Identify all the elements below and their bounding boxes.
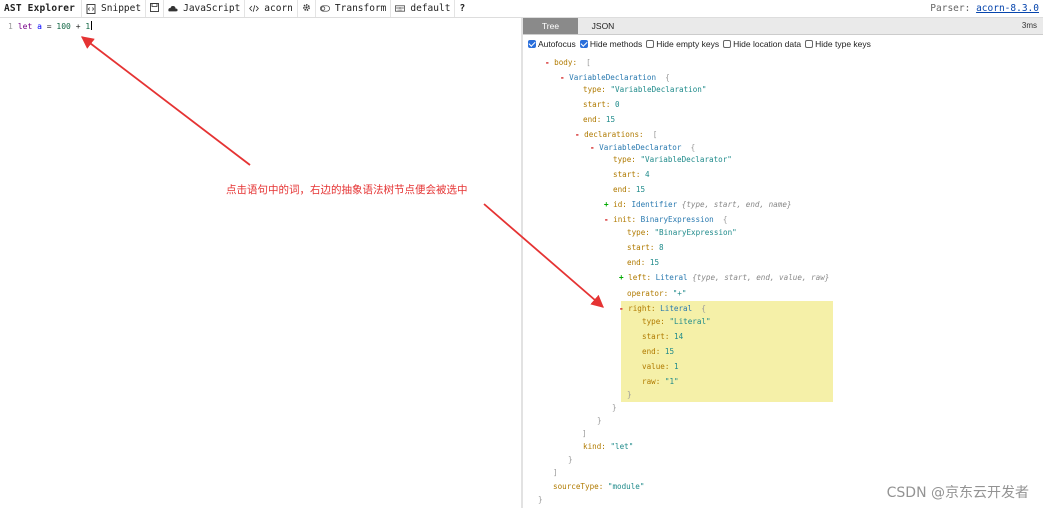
expand-toggle[interactable]: + (604, 200, 609, 209)
watermark: CSDN @京东云开发者 (886, 485, 1029, 501)
tree-close-brace: } (612, 403, 617, 412)
tree-row-value[interactable]: value: 1 (642, 362, 679, 371)
tree-row-end[interactable]: end: 15 (642, 347, 674, 356)
top-toolbar: AST Explorer Snippet JavaScript acorn Tr… (0, 0, 1043, 18)
tree-row-start[interactable]: start: 8 (627, 243, 664, 252)
snippet-label: Snippet (101, 3, 142, 14)
keymap-menu[interactable]: default (390, 0, 454, 17)
annotation-text: 点击语句中的词，右边的抽象语法树节点便会被选中 (226, 184, 468, 196)
tree-row-operator[interactable]: operator: "+" (627, 289, 686, 298)
code-editor[interactable]: 1 let a = 100 + 1 (0, 18, 521, 508)
language-label: JavaScript (183, 3, 241, 14)
token-number-100[interactable]: 100 (56, 22, 70, 31)
parser-label: acorn (264, 3, 293, 14)
tree-row-start[interactable]: start: 14 (642, 332, 683, 341)
line-number: 1 (8, 22, 13, 31)
parser-version-link[interactable]: acorn-8.3.0 (976, 3, 1039, 14)
collapse-toggle[interactable]: - (560, 73, 565, 82)
tree-row-kind[interactable]: kind: "let" (583, 442, 633, 451)
tree-row-sourcetype[interactable]: sourceType: "module" (553, 482, 644, 491)
collapse-toggle[interactable]: - (619, 304, 624, 313)
tree-row-left[interactable]: + left: Literal {type, start, end, value… (619, 273, 829, 282)
save-button[interactable] (145, 0, 163, 17)
tree-row-type[interactable]: type: "BinaryExpression" (627, 228, 737, 237)
save-icon (150, 2, 160, 15)
tree-row-init[interactable]: - init: BinaryExpression { (604, 215, 727, 224)
collapse-toggle[interactable]: - (590, 143, 595, 152)
transform-menu[interactable]: Transform (314, 0, 390, 17)
parser-prefix: Parser: (930, 3, 971, 14)
token-equals[interactable]: = (47, 22, 52, 31)
tree-row-start[interactable]: start: 0 (583, 100, 620, 109)
help-icon: ? (459, 3, 466, 14)
tree-close-bracket: ] (553, 468, 558, 477)
tree-row-body[interactable]: - body: [ (545, 58, 591, 67)
tree-row-start[interactable]: start: 4 (613, 170, 650, 179)
app-title: AST Explorer (4, 3, 76, 14)
collapse-toggle[interactable]: - (575, 130, 580, 139)
parser-settings-button[interactable] (296, 0, 315, 17)
language-menu[interactable]: JavaScript (163, 0, 244, 17)
snippet-menu[interactable]: Snippet (81, 0, 145, 17)
parser-info: Parser: acorn-8.3.0 (930, 3, 1043, 14)
tree-row-end[interactable]: end: 15 (583, 115, 615, 124)
collapse-toggle[interactable]: - (604, 215, 609, 224)
tree-row-variable-declarator[interactable]: - VariableDeclarator { (590, 143, 695, 152)
tree-row-id[interactable]: + id: Identifier {type, start, end, name… (604, 200, 791, 209)
tree-row-raw[interactable]: raw: "1" (642, 377, 679, 386)
keyboard-icon (395, 4, 406, 14)
token-plus[interactable]: + (76, 22, 81, 31)
token-identifier[interactable]: a (37, 22, 42, 31)
tree-row-end[interactable]: end: 15 (613, 185, 645, 194)
collapse-toggle[interactable]: - (545, 58, 550, 67)
token-let[interactable]: let (18, 22, 32, 31)
tree-row-declarations[interactable]: - declarations: [ (575, 130, 657, 139)
snippet-icon (86, 3, 96, 14)
toggle-icon (319, 4, 330, 14)
tree-row-type[interactable]: type: "VariableDeclaration" (583, 85, 706, 94)
output-panel: Tree JSON 3ms Autofocus Hide methods Hid… (523, 18, 1043, 508)
text-cursor (91, 21, 93, 30)
tree-close-brace: } (627, 390, 632, 399)
code-line-1[interactable]: 1 let a = 100 + 1 (8, 21, 93, 31)
transform-label: Transform (334, 3, 387, 14)
tree-close-brace: } (538, 495, 543, 504)
ast-tree: - body: [ - VariableDeclaration { type: … (523, 18, 1043, 508)
tree-row-type[interactable]: type: "VariableDeclarator" (613, 155, 732, 164)
tree-row-type[interactable]: type: "Literal" (642, 317, 711, 326)
parser-menu[interactable]: acorn (244, 0, 297, 17)
gear-icon (302, 3, 311, 15)
tree-row-end[interactable]: end: 15 (627, 258, 659, 267)
tree-close-bracket: ] (582, 429, 587, 438)
tree-close-brace: } (568, 455, 573, 464)
tree-row-right[interactable]: - right: Literal { (619, 304, 706, 313)
tree-row-variable-declaration[interactable]: - VariableDeclaration { (560, 73, 670, 82)
expand-toggle[interactable]: + (619, 273, 624, 282)
token-number-1[interactable]: 1 (85, 22, 90, 31)
tree-close-brace: } (597, 416, 602, 425)
keymap-label: default (410, 3, 451, 14)
language-icon (168, 4, 178, 14)
code-icon (249, 4, 260, 14)
help-button[interactable]: ? (454, 0, 469, 17)
